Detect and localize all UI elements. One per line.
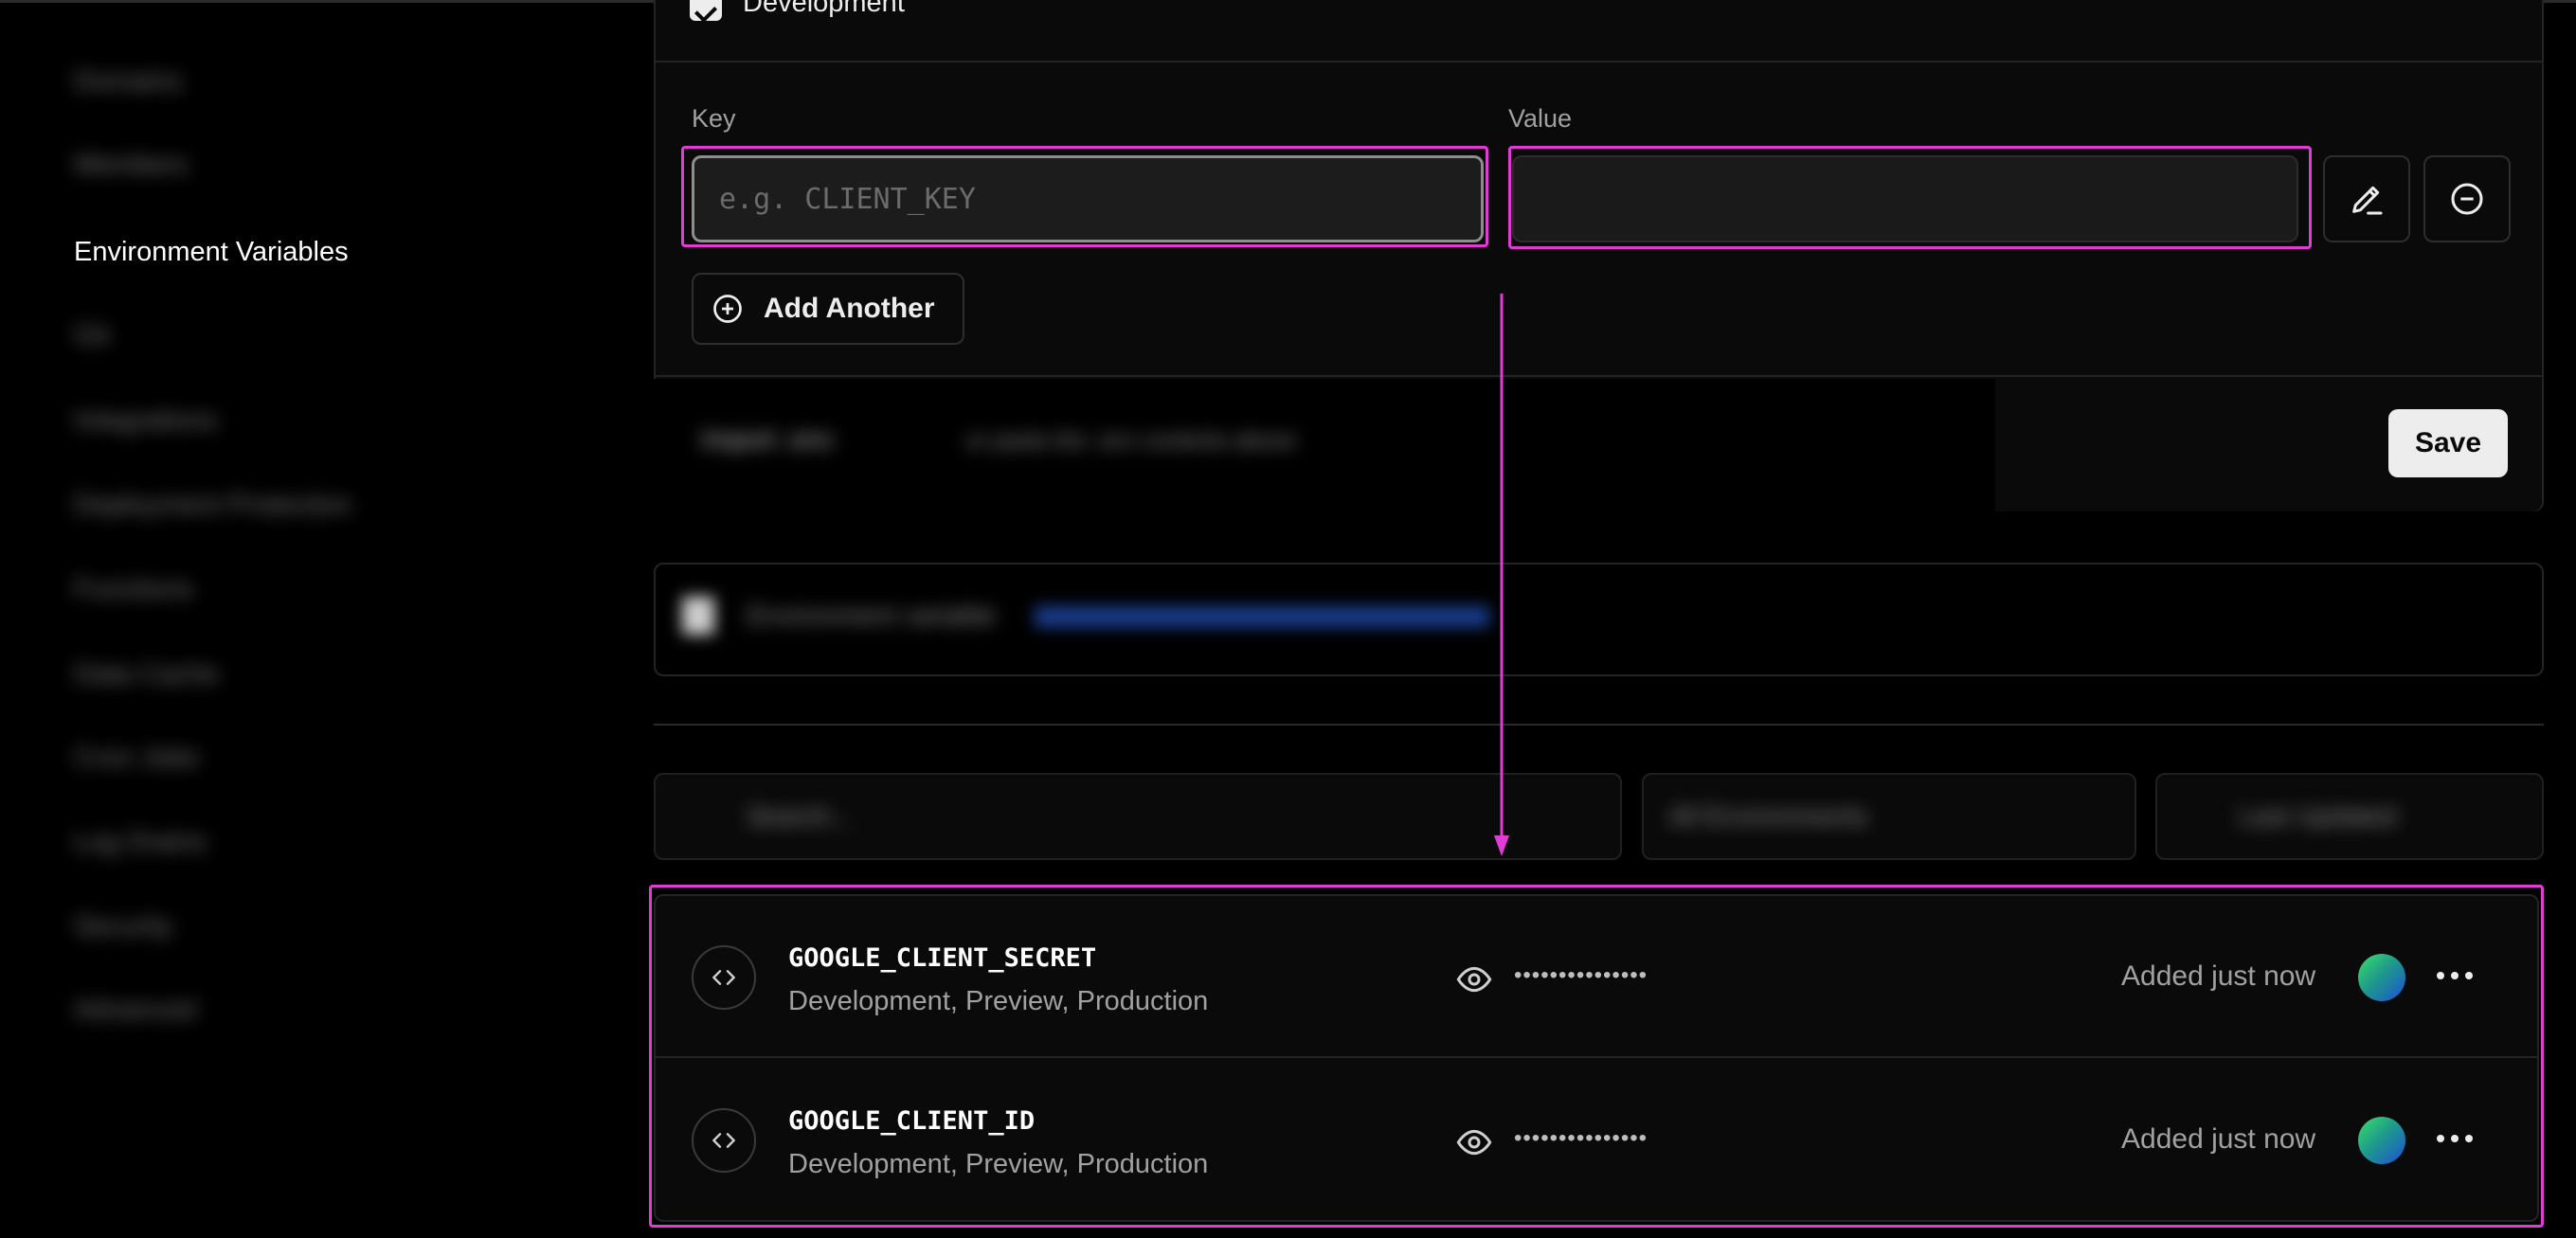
development-checkbox[interactable] bbox=[690, 0, 722, 21]
sort-select[interactable]: Last Updated bbox=[2155, 773, 2544, 860]
env-var-row[interactable]: GOOGLE_CLIENT_ID Development, Preview, P… bbox=[656, 1059, 2537, 1221]
avatar bbox=[2358, 1117, 2405, 1164]
remove-row-button[interactable] bbox=[2423, 155, 2511, 242]
development-checkbox-label: Development bbox=[743, 0, 905, 18]
sidebar-item-advanced[interactable]: Advanced bbox=[74, 995, 196, 1027]
value-input[interactable] bbox=[1512, 155, 2298, 242]
env-var-added-time: Added just now bbox=[2121, 1123, 2316, 1155]
save-button[interactable]: Save bbox=[2388, 409, 2508, 477]
blurred-info-card: Environment variable bbox=[654, 563, 2544, 676]
key-label: Key bbox=[692, 104, 736, 133]
key-input[interactable] bbox=[692, 155, 1484, 242]
environment-selector-row: Development bbox=[656, 0, 2542, 63]
sidebar-item-environment-variables[interactable]: Environment Variables bbox=[74, 237, 349, 269]
sidebar-item-deployment-protection[interactable]: Deployment Protection bbox=[74, 490, 351, 522]
section-divider bbox=[654, 724, 2544, 726]
code-icon bbox=[692, 945, 756, 1010]
add-another-label: Add Another bbox=[764, 293, 935, 324]
eye-icon[interactable] bbox=[1455, 960, 1493, 998]
annotation-arrow bbox=[1494, 294, 1509, 856]
sort-value: Last Updated bbox=[2239, 801, 2397, 831]
pencil-icon bbox=[2352, 186, 2383, 215]
sidebar-item-security[interactable]: Security bbox=[74, 911, 173, 943]
eye-icon[interactable] bbox=[1455, 1123, 1493, 1161]
info-link[interactable] bbox=[1035, 606, 1489, 627]
avatar bbox=[2358, 954, 2405, 1001]
search-placeholder: Search... bbox=[747, 801, 854, 831]
minus-circle-icon bbox=[2451, 183, 2483, 215]
sidebar-item-git[interactable]: Git bbox=[74, 320, 109, 352]
import-hint: or paste the .env contents above bbox=[966, 428, 1297, 454]
environment-variable-list: GOOGLE_CLIENT_SECRET Development, Previe… bbox=[654, 894, 2539, 1222]
env-var-added-time: Added just now bbox=[2121, 960, 2316, 992]
env-var-targets: Development, Preview, Production bbox=[788, 986, 1209, 1016]
edit-value-button[interactable] bbox=[2323, 155, 2410, 242]
code-icon bbox=[692, 1108, 756, 1173]
value-label: Value bbox=[1508, 104, 1573, 133]
env-var-name: GOOGLE_CLIENT_ID bbox=[788, 1106, 1036, 1136]
environment-filter-select[interactable]: All Environments bbox=[1642, 773, 2136, 860]
sidebar-item-cron-jobs[interactable]: Cron Jobs bbox=[74, 743, 199, 775]
sidebar-item-log-drains[interactable]: Log Drains bbox=[74, 827, 207, 859]
more-options-icon[interactable] bbox=[2437, 1135, 2473, 1142]
env-var-name: GOOGLE_CLIENT_SECRET bbox=[788, 943, 1097, 973]
env-var-masked-value: ••••••••••••••• bbox=[1514, 1125, 1648, 1151]
sidebar-item-functions[interactable]: Functions bbox=[74, 574, 193, 606]
add-another-button[interactable]: Add Another bbox=[692, 273, 964, 345]
info-text: Environment variable bbox=[747, 601, 997, 630]
plus-circle-icon bbox=[713, 295, 742, 323]
more-options-icon[interactable] bbox=[2437, 972, 2473, 979]
sidebar-item-data-cache[interactable]: Data Cache bbox=[74, 659, 219, 691]
env-var-targets: Development, Preview, Production bbox=[788, 1149, 1209, 1179]
blurred-region: Import .env or paste the .env contents a… bbox=[654, 379, 1995, 631]
import-env-button[interactable]: Import .env bbox=[701, 424, 834, 455]
sidebar-item-domains[interactable]: Domains bbox=[74, 66, 182, 99]
sidebar-item-members[interactable]: Members bbox=[74, 150, 189, 182]
env-var-masked-value: ••••••••••••••• bbox=[1514, 962, 1648, 988]
info-icon bbox=[682, 597, 714, 635]
search-box[interactable]: Search... bbox=[654, 773, 1622, 860]
environment-filter-value: All Environments bbox=[1668, 801, 1868, 831]
sidebar-item-integrations[interactable]: Integrations bbox=[74, 405, 218, 438]
settings-sidebar: Domains Members Environment Variables Gi… bbox=[0, 0, 654, 1238]
env-var-row[interactable]: GOOGLE_CLIENT_SECRET Development, Previe… bbox=[656, 896, 2537, 1058]
